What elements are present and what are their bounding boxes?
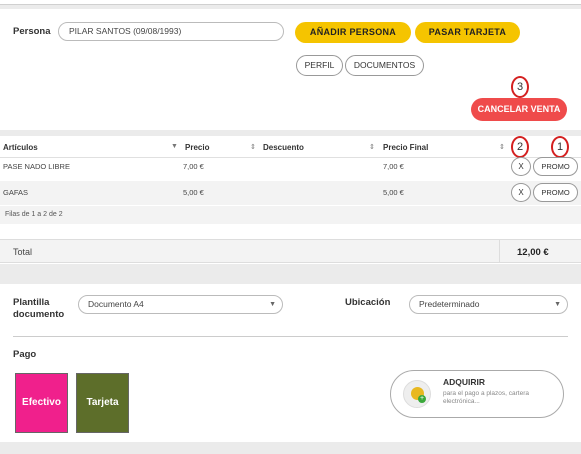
template-select[interactable]: Documento A4 ▼ bbox=[78, 295, 283, 314]
items-table: Artículos ▼ Precio ⇕ Descuento ⇕ Precio … bbox=[0, 136, 581, 264]
table-row: PASE NADO LIBRE 7,00 € 7,00 € X PROMO bbox=[0, 155, 581, 179]
coins-add-icon: + bbox=[403, 380, 431, 408]
add-person-button[interactable]: AÑADIR PERSONA bbox=[295, 22, 411, 43]
sort-icon[interactable]: ⇕ bbox=[250, 143, 256, 151]
cancel-sale-button[interactable]: CANCELAR VENTA bbox=[471, 98, 567, 121]
payment-label: Pago bbox=[13, 349, 37, 360]
acquire-description: para el pago a plazos, cartera electróni… bbox=[443, 390, 529, 405]
cell-articulo: PASE NADO LIBRE bbox=[3, 162, 70, 171]
remove-item-button[interactable]: X bbox=[511, 157, 531, 176]
remove-item-button[interactable]: X bbox=[511, 183, 531, 202]
column-articulos[interactable]: Artículos bbox=[3, 143, 38, 152]
persona-label: Persona bbox=[13, 26, 51, 37]
column-descuento[interactable]: Descuento bbox=[263, 143, 304, 152]
documents-button[interactable]: DOCUMENTOS bbox=[345, 55, 424, 76]
profile-button[interactable]: PERFIL bbox=[296, 55, 343, 76]
annotation-marker-3: 3 bbox=[511, 76, 529, 98]
sort-icon[interactable]: ⇕ bbox=[369, 143, 375, 151]
sort-icon[interactable]: ⇕ bbox=[499, 143, 505, 151]
column-precio-final[interactable]: Precio Final bbox=[383, 143, 428, 152]
table-pager: Filas de 1 a 2 de 2 bbox=[0, 206, 581, 224]
checkout-panel: Plantilla documento Documento A4 ▼ Ubica… bbox=[0, 284, 581, 442]
promo-button[interactable]: PROMO bbox=[533, 157, 578, 176]
location-select-value: Predeterminado bbox=[419, 299, 480, 309]
promo-button[interactable]: PROMO bbox=[533, 183, 578, 202]
swipe-card-button[interactable]: PASAR TARJETA bbox=[415, 22, 520, 43]
total-value: 12,00 € bbox=[517, 247, 549, 258]
cell-precio-final: 5,00 € bbox=[383, 188, 404, 197]
section-divider bbox=[13, 336, 568, 337]
table-row: GAFAS 5,00 € 5,00 € X PROMO bbox=[0, 181, 581, 205]
cell-precio: 7,00 € bbox=[183, 162, 204, 171]
cell-precio-final: 7,00 € bbox=[383, 162, 404, 171]
top-strip bbox=[0, 0, 581, 5]
pager-text: Filas de 1 a 2 de 2 bbox=[5, 211, 63, 218]
acquire-button[interactable]: + ADQUIRIR para el pago a plazos, carter… bbox=[390, 370, 564, 418]
total-divider bbox=[499, 240, 500, 262]
pay-card-button[interactable]: Tarjeta bbox=[76, 373, 129, 433]
persona-panel: Persona PILAR SANTOS (09/08/1993) AÑADIR… bbox=[0, 9, 581, 130]
total-label: Total bbox=[13, 247, 33, 257]
cell-precio: 5,00 € bbox=[183, 188, 204, 197]
total-row: Total 12,00 € bbox=[0, 239, 581, 263]
template-select-value: Documento A4 bbox=[88, 299, 144, 309]
template-label: Plantilla documento bbox=[13, 297, 65, 320]
persona-input[interactable]: PILAR SANTOS (09/08/1993) bbox=[58, 22, 284, 41]
location-label: Ubicación bbox=[345, 297, 391, 308]
pay-cash-button[interactable]: Efectivo bbox=[15, 373, 68, 433]
acquire-title: ADQUIRIR bbox=[443, 377, 486, 387]
cell-articulo: GAFAS bbox=[3, 188, 29, 197]
column-precio[interactable]: Precio bbox=[185, 143, 209, 152]
location-select[interactable]: Predeterminado ▼ bbox=[409, 295, 568, 314]
sort-desc-icon[interactable]: ▼ bbox=[171, 143, 178, 150]
dropdown-arrow-icon: ▼ bbox=[269, 301, 276, 308]
dropdown-arrow-icon: ▼ bbox=[554, 301, 561, 308]
